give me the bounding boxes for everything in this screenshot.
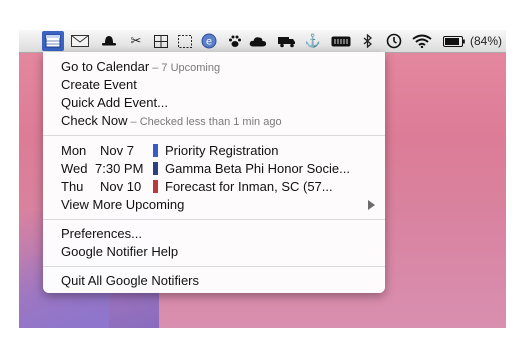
calendar-dropdown-menu: Go to Calendar – 7 Upcoming Create Event… xyxy=(43,52,385,293)
wifi-icon[interactable] xyxy=(412,33,432,49)
go-to-calendar-label: Go to Calendar xyxy=(61,59,150,74)
hat-icon[interactable] xyxy=(100,33,118,49)
view-more-upcoming-item[interactable]: View More Upcoming xyxy=(61,196,184,214)
create-event-item[interactable]: Create Event xyxy=(61,76,137,94)
grid-icon[interactable] xyxy=(152,33,170,49)
event-day: Mon xyxy=(61,143,87,158)
quick-add-event-item[interactable]: Quick Add Event... xyxy=(61,94,168,112)
last-checked-status: – Checked less than 1 min ago xyxy=(127,116,282,128)
separator xyxy=(43,135,385,136)
preferences-item[interactable]: Preferences... xyxy=(61,225,142,243)
bluetooth-icon[interactable] xyxy=(359,33,377,49)
calendar-color-swatch xyxy=(153,144,158,157)
time-machine-icon[interactable] xyxy=(385,33,403,49)
calendar-color-swatch xyxy=(153,162,158,175)
menu-bar: ✂ e ⚓ (84%) xyxy=(19,30,506,53)
go-to-calendar-item[interactable]: Go to Calendar – 7 Upcoming xyxy=(61,58,220,76)
battery-percent: (84%) xyxy=(470,34,503,48)
event-date: Nov 10 xyxy=(100,179,142,194)
separator xyxy=(43,219,385,220)
quit-item[interactable]: Quit All Google Notifiers xyxy=(61,272,199,290)
event-title: Forecast for Inman, SC (57... xyxy=(165,179,333,194)
battery-device-icon[interactable] xyxy=(331,33,351,49)
upcoming-count: – 7 Upcoming xyxy=(149,62,221,74)
event-day: Thu xyxy=(61,179,84,194)
event-title: Priority Registration xyxy=(165,143,279,158)
mail-icon[interactable] xyxy=(71,33,89,49)
cloud-icon[interactable] xyxy=(249,33,267,49)
anchor-icon[interactable]: ⚓ xyxy=(304,33,322,49)
event-time: 7:30 PM xyxy=(95,161,144,176)
notifier-help-item[interactable]: Google Notifier Help xyxy=(61,243,178,261)
selection-icon[interactable] xyxy=(176,33,194,49)
separator xyxy=(43,266,385,267)
event-title: Gamma Beta Phi Honor Socie... xyxy=(165,161,350,176)
scissors-icon[interactable]: ✂ xyxy=(127,33,145,49)
check-now-item[interactable]: Check Now – Checked less than 1 min ago xyxy=(61,112,282,130)
e-circle-icon[interactable]: e xyxy=(200,33,218,49)
submenu-arrow-icon xyxy=(368,200,375,210)
calendar-color-swatch xyxy=(153,180,158,193)
battery-icon[interactable] xyxy=(443,33,465,49)
truck-icon[interactable] xyxy=(278,33,296,49)
paw-icon[interactable] xyxy=(226,33,244,49)
check-now-label: Check Now xyxy=(61,113,128,128)
event-day: Wed xyxy=(61,161,88,176)
event-date: Nov 7 xyxy=(100,143,134,158)
svg-text:e: e xyxy=(206,37,212,48)
calendar-icon[interactable] xyxy=(42,31,64,51)
